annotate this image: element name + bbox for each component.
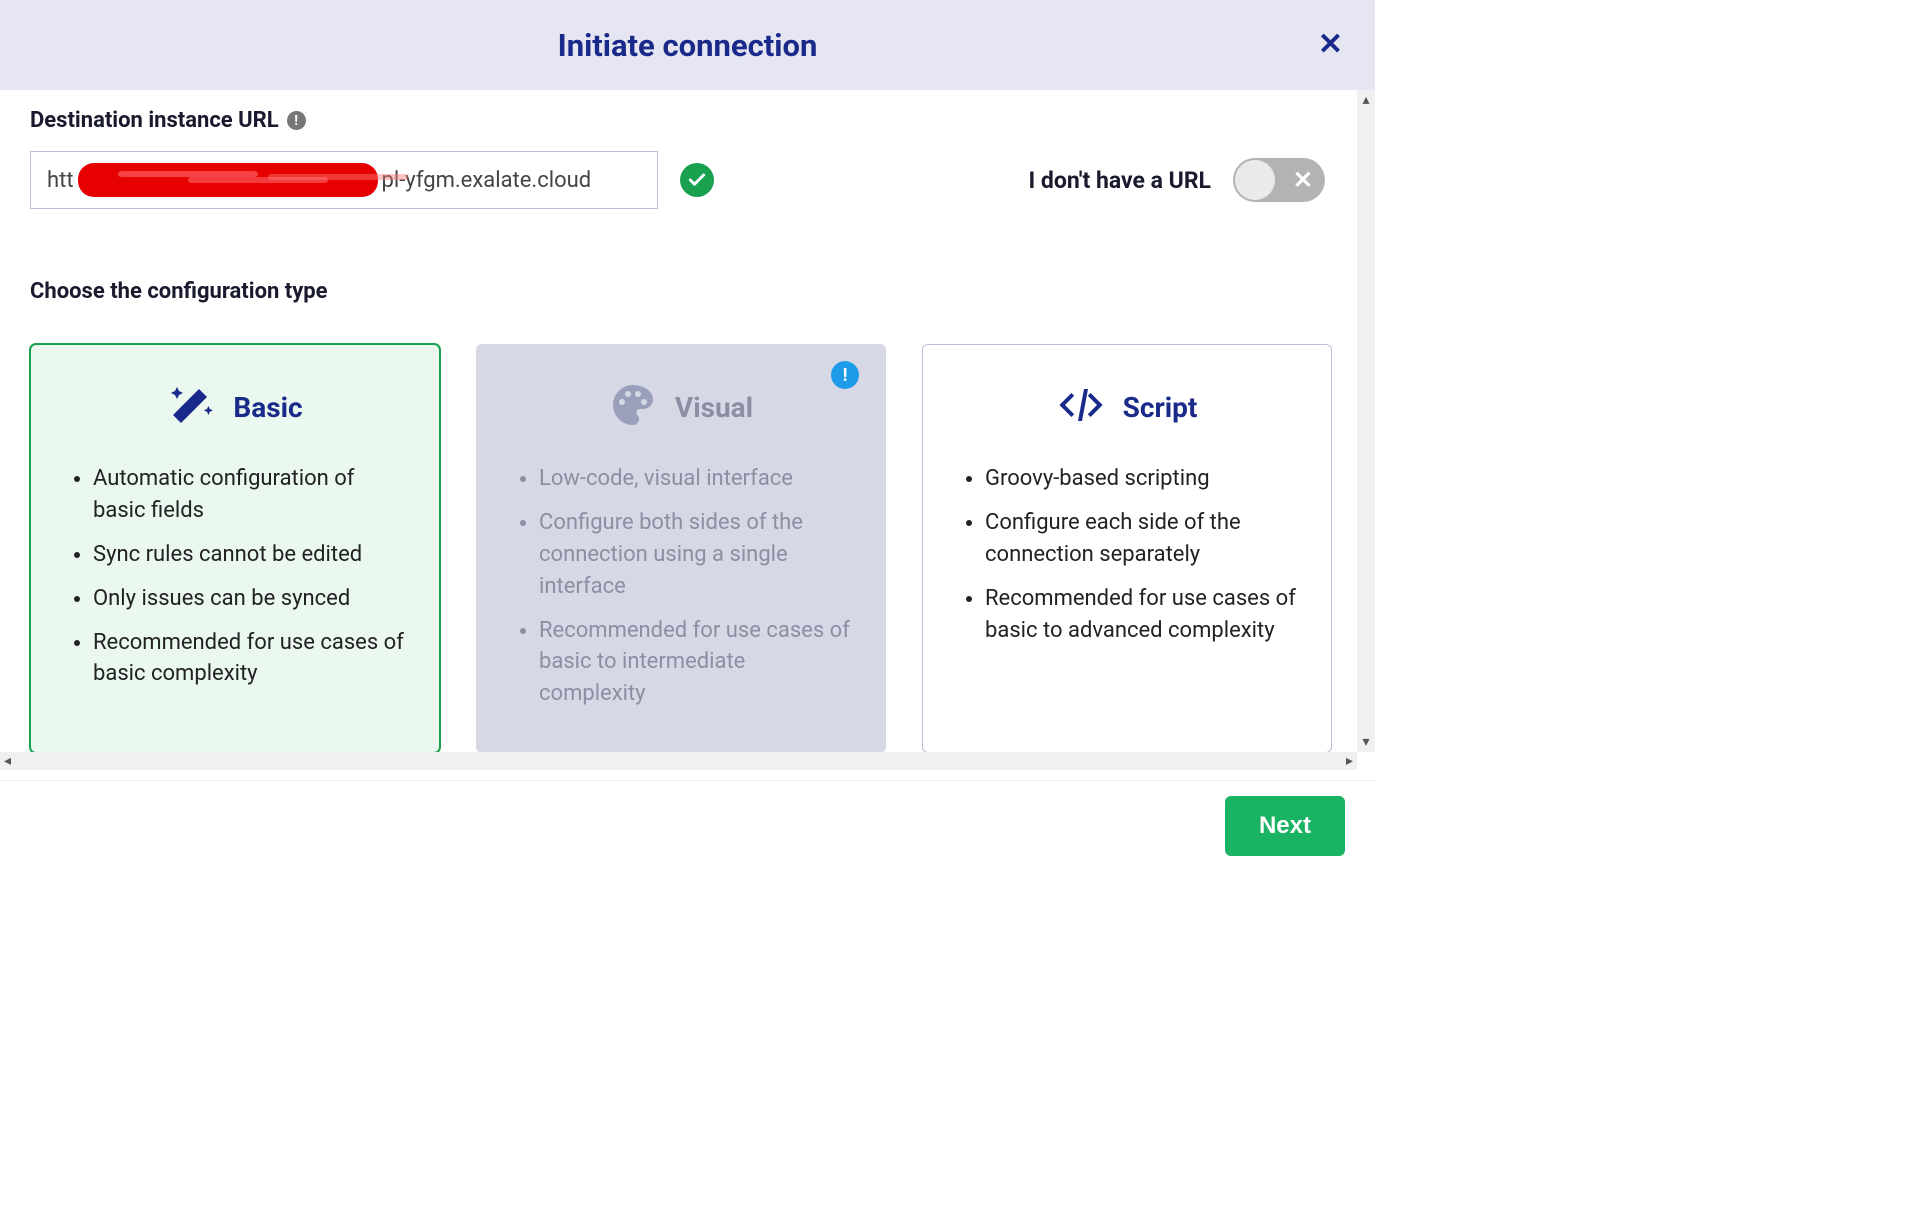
configuration-type-label-text: Choose the configuration type	[30, 279, 328, 304]
url-valid-check-icon	[680, 163, 714, 197]
configuration-type-label: Choose the configuration type	[30, 279, 1345, 304]
config-card-visual[interactable]: ! Visual Low-code, visual interface Conf…	[476, 344, 886, 753]
card-header-basic: Basic	[61, 381, 409, 433]
modal-header: Initiate connection ✕	[0, 0, 1375, 90]
list-item: Only issues can be synced	[93, 583, 409, 615]
no-url-group: I don't have a URL ✕	[1028, 158, 1345, 202]
info-badge-icon[interactable]: !	[831, 361, 859, 389]
wand-icon	[167, 381, 215, 433]
initiate-connection-modal: Initiate connection ✕ Destination instan…	[0, 0, 1375, 870]
card-bullets-visual: Low-code, visual interface Configure bot…	[507, 463, 855, 710]
no-url-label: I don't have a URL	[1028, 167, 1211, 194]
card-title-script: Script	[1123, 391, 1198, 424]
toggle-knob	[1235, 160, 1275, 200]
config-card-script[interactable]: Script Groovy-based scripting Configure …	[922, 344, 1332, 753]
list-item: Recommended for use cases of basic compl…	[93, 627, 409, 691]
destination-url-input[interactable]: htt pl-yfgm.exalate.cloud	[30, 151, 658, 209]
list-item: Configure each side of the connection se…	[985, 507, 1301, 571]
destination-url-label: Destination instance URL !	[30, 108, 1345, 133]
toggle-off-x-icon: ✕	[1293, 166, 1313, 194]
redacted-segment	[78, 163, 378, 197]
card-header-visual: Visual	[507, 381, 855, 433]
url-prefix: htt	[47, 168, 74, 193]
close-icon[interactable]: ✕	[1318, 30, 1343, 60]
list-item: Low-code, visual interface	[539, 463, 855, 495]
list-item: Recommended for use cases of basic to ad…	[985, 583, 1301, 647]
card-bullets-script: Groovy-based scripting Configure each si…	[953, 463, 1301, 646]
chevron-right-icon[interactable]: ▸	[1342, 751, 1357, 771]
configuration-cards: Basic Automatic configuration of basic f…	[30, 344, 1345, 753]
modal-title: Initiate connection	[558, 27, 818, 64]
url-suffix: pl-yfgm.exalate.cloud	[382, 168, 592, 193]
chevron-down-icon[interactable]: ▾	[1358, 732, 1373, 752]
card-header-script: Script	[953, 381, 1301, 433]
card-title-basic: Basic	[233, 391, 302, 424]
list-item: Configure both sides of the connection u…	[539, 507, 855, 603]
horizontal-scrollbar[interactable]: ◂ ▸	[0, 752, 1357, 770]
list-item: Automatic configuration of basic fields	[93, 463, 409, 527]
vertical-scrollbar[interactable]: ▴ ▾	[1357, 90, 1375, 752]
card-title-visual: Visual	[675, 391, 753, 424]
info-icon[interactable]: !	[287, 111, 306, 130]
destination-url-label-text: Destination instance URL	[30, 108, 279, 133]
code-icon	[1057, 381, 1105, 433]
list-item: Groovy-based scripting	[985, 463, 1301, 495]
list-item: Recommended for use cases of basic to in…	[539, 615, 855, 711]
chevron-left-icon[interactable]: ◂	[0, 751, 15, 771]
url-row: htt pl-yfgm.exalate.cloud I don't have a…	[30, 151, 1345, 209]
palette-icon	[609, 381, 657, 433]
list-item: Sync rules cannot be edited	[93, 539, 409, 571]
no-url-toggle[interactable]: ✕	[1233, 158, 1325, 202]
card-bullets-basic: Automatic configuration of basic fields …	[61, 463, 409, 690]
chevron-up-icon[interactable]: ▴	[1358, 90, 1373, 110]
modal-footer: Next	[0, 780, 1375, 870]
next-button[interactable]: Next	[1225, 796, 1345, 856]
config-card-basic[interactable]: Basic Automatic configuration of basic f…	[30, 344, 440, 753]
